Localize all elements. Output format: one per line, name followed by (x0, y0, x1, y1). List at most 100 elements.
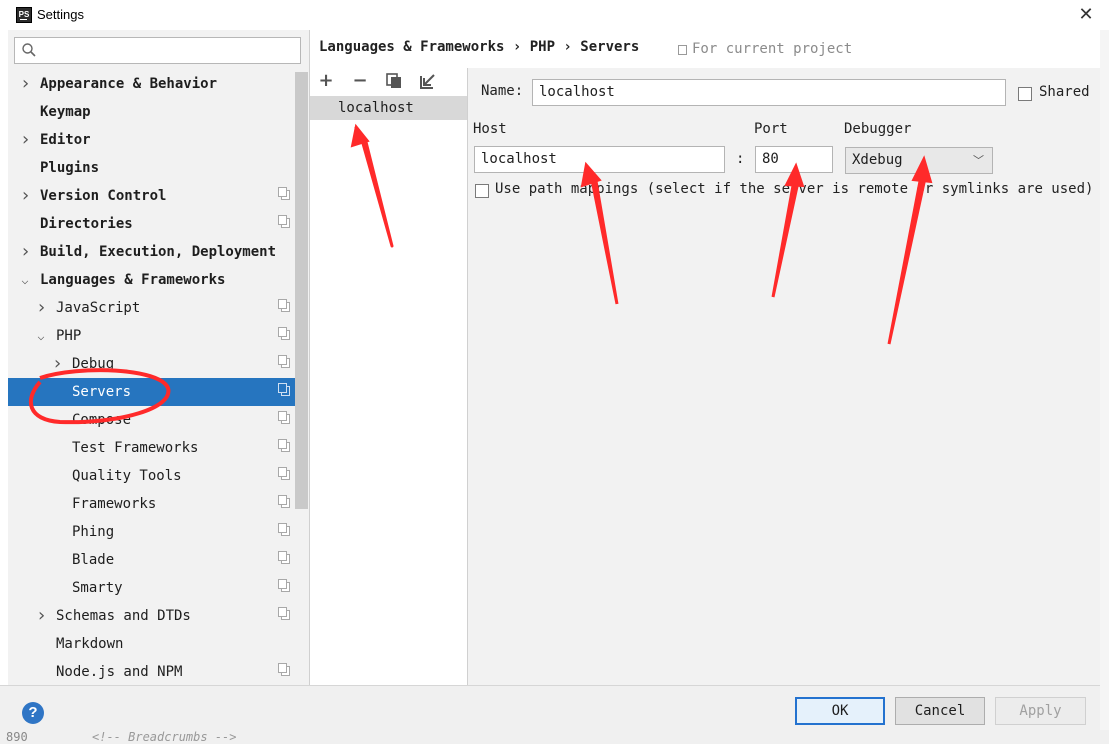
host-label: Host (473, 121, 507, 137)
chevron-right-icon[interactable]: › (20, 70, 31, 98)
tree-scrollbar[interactable] (295, 72, 308, 509)
tree-item-phing[interactable]: Phing (8, 518, 308, 546)
tree-item-frameworks[interactable]: Frameworks (8, 490, 308, 518)
tree-item-debug[interactable]: › Debug (8, 350, 308, 378)
copy-icon (386, 73, 401, 88)
chevron-right-icon[interactable]: › (20, 182, 31, 210)
tree-item-servers[interactable]: Servers (8, 378, 308, 406)
settings-search-input[interactable] (14, 37, 301, 64)
tree-item-label: Appearance & Behavior (40, 76, 218, 92)
tree-item-label: Node.js and NPM (56, 664, 183, 680)
chevron-right-icon[interactable]: › (36, 294, 47, 322)
tree-item-blade[interactable]: Blade (8, 546, 308, 574)
name-field[interactable]: localhost (532, 79, 1006, 106)
path-mappings-label: Use path mappings (select if the server … (495, 181, 1094, 197)
project-scope-icon (278, 495, 290, 508)
apply-button[interactable]: Apply (995, 697, 1086, 725)
tree-item-label: Test Frameworks (72, 440, 199, 456)
debugger-value: Xdebug (852, 152, 903, 168)
tree-item-php[interactable]: ⌵ PHP (8, 322, 308, 350)
remove-server-button[interactable]: − (349, 70, 371, 92)
project-scope-icon (278, 215, 290, 228)
host-field[interactable]: localhost (474, 146, 725, 173)
tree-item-label: Markdown (56, 636, 124, 652)
tree-item-label: Plugins (40, 160, 100, 176)
project-scope-icon (278, 467, 290, 480)
tree-item-languages-frameworks[interactable]: ⌵ Languages & Frameworks (8, 266, 308, 294)
tree-item-test-frameworks[interactable]: Test Frameworks (8, 434, 308, 462)
settings-tree: › Appearance & Behavior Keymap › Editor Plugi… (8, 70, 308, 685)
tree-item-keymap[interactable]: Keymap (8, 98, 308, 126)
tree-item-build-execution-deployment[interactable]: › Build, Execution, Deployment (8, 238, 308, 266)
title-bar (0, 0, 1109, 30)
tree-item-javascript[interactable]: › JavaScript (8, 294, 308, 322)
help-button[interactable]: ? (22, 702, 44, 724)
tree-item-quality-tools[interactable]: Quality Tools (8, 462, 308, 490)
server-list (310, 68, 467, 685)
tree-item-label: Languages & Frameworks (40, 272, 226, 288)
background-editor-strip: 890 <!-- Breadcrumbs --> (0, 730, 1109, 744)
project-scope-icon (278, 299, 290, 312)
project-scope-icon (278, 187, 290, 200)
editor-breadcrumb-comment: <!-- Breadcrumbs --> (92, 730, 237, 744)
path-mappings-checkbox[interactable] (475, 184, 489, 198)
cancel-button[interactable]: Cancel (895, 697, 985, 725)
name-label: Name: (481, 83, 524, 99)
tree-item-directories[interactable]: Directories (8, 210, 308, 238)
project-scope-icon (278, 355, 290, 368)
port-label: Port (754, 121, 788, 137)
chevron-down-icon: ﹀ (973, 154, 984, 167)
import-server-button[interactable] (417, 70, 439, 92)
tree-item-label: Frameworks (72, 496, 157, 512)
ok-button[interactable]: OK (795, 697, 885, 725)
tree-item-label: Phing (72, 524, 115, 540)
server-list-item[interactable]: localhost (310, 96, 467, 120)
project-scope-icon (278, 523, 290, 536)
chevron-right-icon[interactable]: › (20, 126, 31, 154)
tree-item-label: Build, Execution, Deployment (40, 244, 277, 260)
debugger-select[interactable]: Xdebug ﹀ (845, 147, 993, 174)
chevron-right-icon[interactable]: › (36, 602, 47, 630)
project-scope-icon (278, 411, 290, 424)
project-scope-icon (678, 45, 687, 55)
close-button[interactable]: ✕ (1076, 5, 1096, 25)
tree-item-label: Compose (72, 412, 132, 428)
add-server-button[interactable]: + (315, 70, 337, 92)
tree-item-label: Keymap (40, 104, 91, 120)
project-scope-icon (278, 327, 290, 340)
tree-item-version-control[interactable]: › Version Control (8, 182, 308, 210)
tree-item-node-js-and-npm[interactable]: Node.js and NPM (8, 658, 308, 685)
tree-item-smarty[interactable]: Smarty (8, 574, 308, 602)
tree-item-label: Debug (72, 356, 115, 372)
tree-item-label: Directories (40, 216, 133, 232)
tree-item-label: Blade (72, 552, 115, 568)
line-number: 890 (6, 730, 28, 744)
project-scope-icon (278, 551, 290, 564)
chevron-right-icon[interactable]: › (52, 350, 63, 378)
import-icon (420, 74, 435, 89)
project-scope-icon (278, 439, 290, 452)
port-field[interactable]: 80 (755, 146, 833, 173)
chevron-down-icon[interactable]: ⌵ (36, 322, 46, 350)
tree-item-appearance-behavior[interactable]: › Appearance & Behavior (8, 70, 308, 98)
tree-item-label: JavaScript (56, 300, 141, 316)
tree-item-schemas-and-dtds[interactable]: › Schemas and DTDs (8, 602, 308, 630)
chevron-down-icon[interactable]: ⌵ (20, 266, 30, 294)
project-scope-icon (278, 579, 290, 592)
tree-item-label: Smarty (72, 580, 123, 596)
chevron-right-icon[interactable]: › (20, 238, 31, 266)
tree-item-markdown[interactable]: Markdown (8, 630, 308, 658)
window-title: Settings (37, 7, 84, 22)
tree-item-label: PHP (56, 328, 82, 344)
tree-item-plugins[interactable]: Plugins (8, 154, 308, 182)
breadcrumb: Languages & Frameworks › PHP › Servers (319, 39, 640, 55)
shared-checkbox[interactable] (1018, 87, 1032, 101)
server-item-label: localhost (338, 100, 414, 116)
copy-server-button[interactable] (383, 70, 405, 92)
tree-item-label: Schemas and DTDs (56, 608, 191, 624)
tree-item-compose[interactable]: Compose (8, 406, 308, 434)
scope-label: For current project (692, 41, 853, 57)
tree-item-label: Version Control (40, 188, 167, 204)
project-scope-icon (278, 663, 290, 676)
tree-item-editor[interactable]: › Editor (8, 126, 308, 154)
